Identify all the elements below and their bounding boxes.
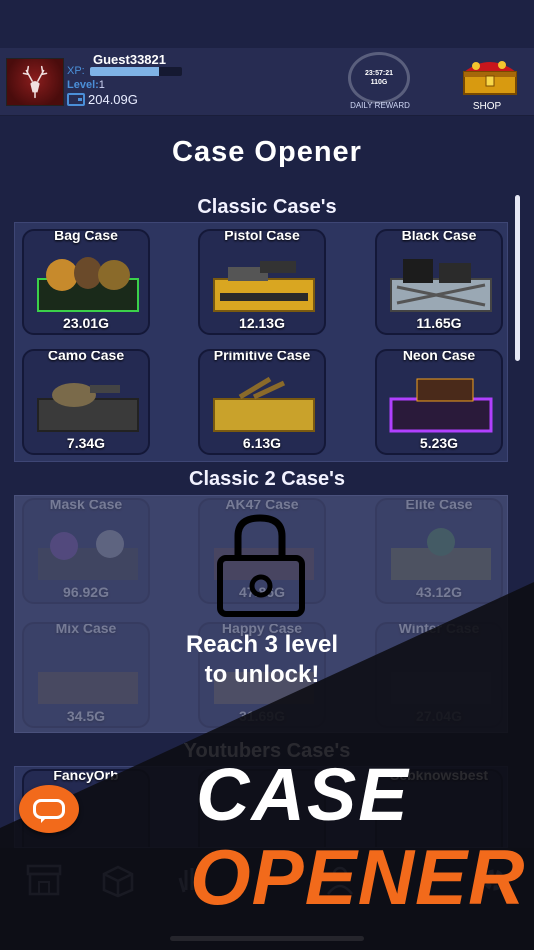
scrollbar[interactable] (515, 195, 520, 361)
box-icon[interactable] (98, 862, 138, 898)
case-card[interactable]: Neon Case 5.23G (375, 349, 503, 455)
daily-reward-button[interactable]: 23:57:21 110G (348, 52, 410, 104)
case-name: Pistol Case (224, 229, 300, 243)
xp-progress-fill (90, 67, 159, 76)
shop-label[interactable]: SHOP (456, 101, 518, 112)
banner-title-line-2: OPENER (190, 833, 526, 921)
avatar[interactable] (6, 58, 64, 106)
case-name: Black Case (401, 229, 477, 243)
page-title: Case Opener (172, 136, 362, 168)
unlock-requirement-text: Reach 3 level to unlock! (140, 630, 384, 690)
case-card[interactable]: Bag Case 23.01G (22, 229, 150, 335)
case-price: 7.34G (66, 435, 106, 451)
gold-balance: 204.09G (67, 92, 138, 107)
case-card[interactable]: Primitive Case 6.13G (198, 349, 326, 455)
daily-reward-timer: 23:57:21 (364, 70, 394, 77)
level-label: Level: (67, 79, 99, 91)
section-title-classic-2: Classic 2 Case's (189, 468, 345, 490)
case-price: 23.01G (63, 315, 109, 331)
neon-case-icon (389, 378, 493, 433)
unlock-line-2: to unlock! (204, 661, 320, 688)
username: Guest33821 (93, 52, 166, 67)
level-display: Level:1 (67, 79, 105, 91)
case-name: Primitive Case (213, 349, 311, 363)
bag-case-icon (37, 257, 139, 312)
xp-progress-bar (90, 67, 182, 76)
black-case-icon (390, 259, 492, 312)
case-name: FancyOrb (53, 769, 119, 783)
daily-reward-label: DAILY REWARD (350, 101, 410, 110)
case-card[interactable]: Camo Case 7.34G (22, 349, 150, 455)
lock-icon (217, 514, 305, 617)
xp-label: XP: (67, 65, 85, 77)
chat-button[interactable] (19, 785, 79, 833)
case-card[interactable]: Pistol Case 12.13G (198, 229, 326, 335)
deer-icon (22, 65, 48, 99)
top-bar: Guest33821 XP: Level:1 204.09G 23:57:21 … (0, 48, 534, 116)
case-price: 6.13G (242, 435, 282, 451)
case-name: Neon Case (402, 349, 476, 363)
case-name: Bag Case (54, 229, 118, 243)
banner-title-line-1: CASE (196, 753, 410, 836)
case-price: 12.13G (239, 315, 285, 331)
section-title-classic: Classic Case's (197, 196, 337, 218)
treasure-chest-icon[interactable] (456, 54, 524, 98)
primitive-case-icon (213, 376, 315, 432)
store-icon[interactable] (24, 862, 64, 898)
home-indicator (170, 936, 364, 941)
camo-case-icon (37, 383, 139, 432)
classic-cases-panel: Bag Case 23.01G Pistol Case 12.13G Black… (14, 222, 508, 462)
unlock-line-1: Reach 3 level (185, 631, 339, 658)
daily-reward-amount: 110G (370, 79, 388, 86)
gold-amount: 204.09G (88, 92, 138, 107)
chat-bubble-icon (33, 799, 65, 823)
level-value: 1 (98, 79, 105, 91)
case-card[interactable]: Black Case 11.65G (375, 229, 503, 335)
case-price: 11.65G (416, 315, 462, 331)
case-name: Camo Case (47, 349, 125, 363)
pistol-case-icon (213, 261, 315, 312)
case-price: 5.23G (419, 435, 459, 451)
wallet-icon (67, 93, 85, 106)
